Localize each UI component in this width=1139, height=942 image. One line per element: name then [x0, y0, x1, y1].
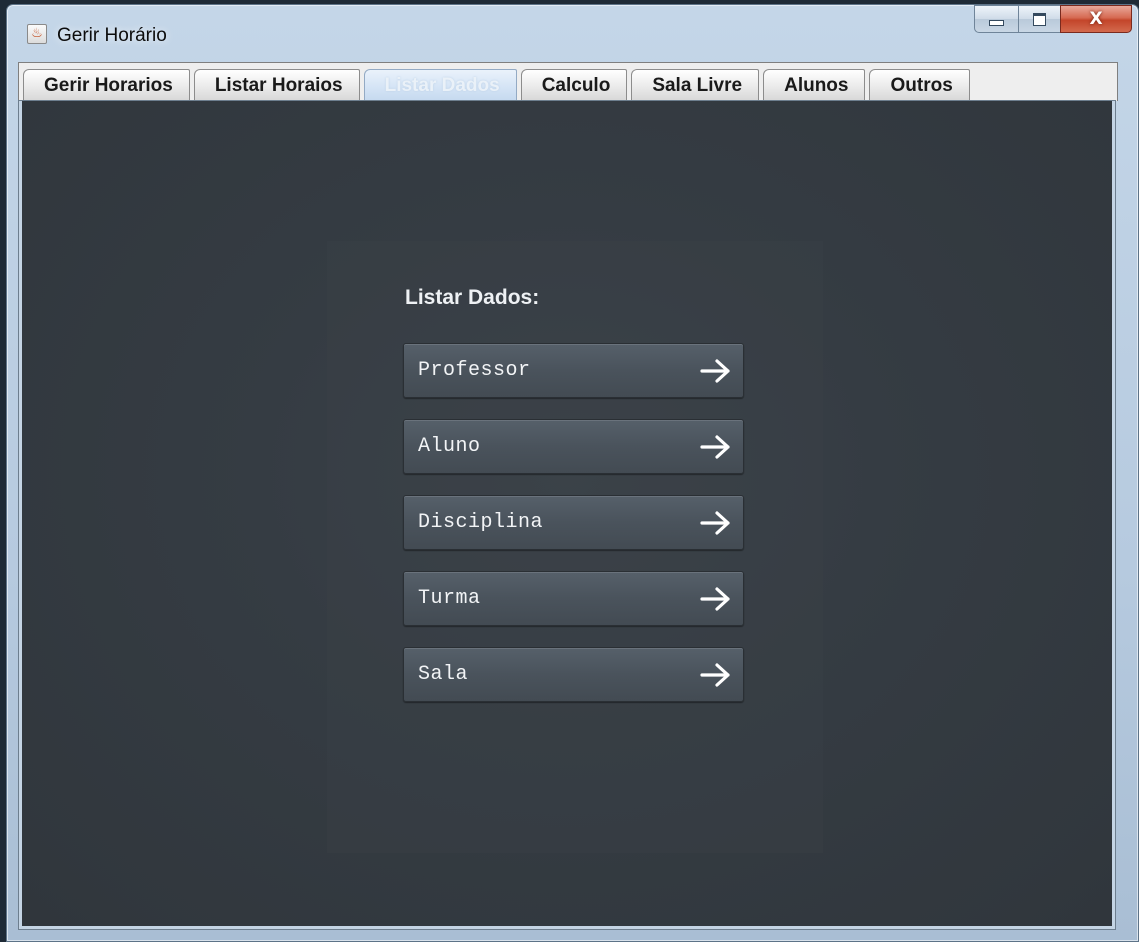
aluno-button[interactable]: Aluno — [403, 419, 744, 474]
tab-alunos[interactable]: Alunos — [763, 69, 866, 101]
arrow-right-icon — [700, 663, 730, 687]
tab-listar-horaios[interactable]: Listar Horaios — [193, 69, 360, 101]
button-label: Sala — [418, 663, 469, 686]
button-label: Aluno — [418, 435, 481, 458]
arrow-right-icon — [700, 587, 730, 611]
turma-button[interactable]: Turma — [403, 571, 744, 626]
data-menu: Professor Aluno Disciplina Turma Sala — [403, 343, 746, 723]
window-controls: X — [974, 5, 1132, 33]
professor-button[interactable]: Professor — [403, 343, 744, 398]
arrow-right-icon — [700, 511, 730, 535]
tab-listar-dados[interactable]: Listar Dados — [363, 69, 517, 101]
close-icon: X — [1089, 9, 1103, 29]
tab-gerir-horarios[interactable]: Gerir Horarios — [23, 69, 190, 101]
button-label: Professor — [418, 359, 531, 382]
minimize-icon — [989, 20, 1004, 26]
arrow-right-icon — [700, 435, 730, 459]
content-panel: Listar Dados: Professor Aluno Disciplina… — [18, 100, 1116, 930]
tab-sala-livre[interactable]: Sala Livre — [631, 69, 760, 101]
tab-list: Gerir Horarios Listar Horaios Listar Dad… — [19, 69, 970, 101]
arrow-right-icon — [700, 359, 730, 383]
button-label: Disciplina — [418, 511, 544, 534]
maximize-icon — [1033, 12, 1046, 26]
title-bar[interactable]: ♨ Gerir Horário X — [7, 5, 1138, 67]
tab-strip: Gerir Horarios Listar Horaios Listar Dad… — [18, 62, 1118, 101]
minimize-button[interactable] — [974, 5, 1018, 33]
button-label: Turma — [418, 587, 481, 610]
tab-outros[interactable]: Outros — [869, 69, 970, 101]
tab-calculo[interactable]: Calculo — [520, 69, 628, 101]
disciplina-button[interactable]: Disciplina — [403, 495, 744, 550]
maximize-button[interactable] — [1018, 5, 1060, 33]
java-coffee-icon[interactable]: ♨ — [27, 24, 47, 44]
close-button[interactable]: X — [1060, 5, 1132, 33]
window-title: Gerir Horário — [57, 25, 167, 46]
sala-button[interactable]: Sala — [403, 647, 744, 702]
section-heading: Listar Dados: — [405, 286, 540, 309]
